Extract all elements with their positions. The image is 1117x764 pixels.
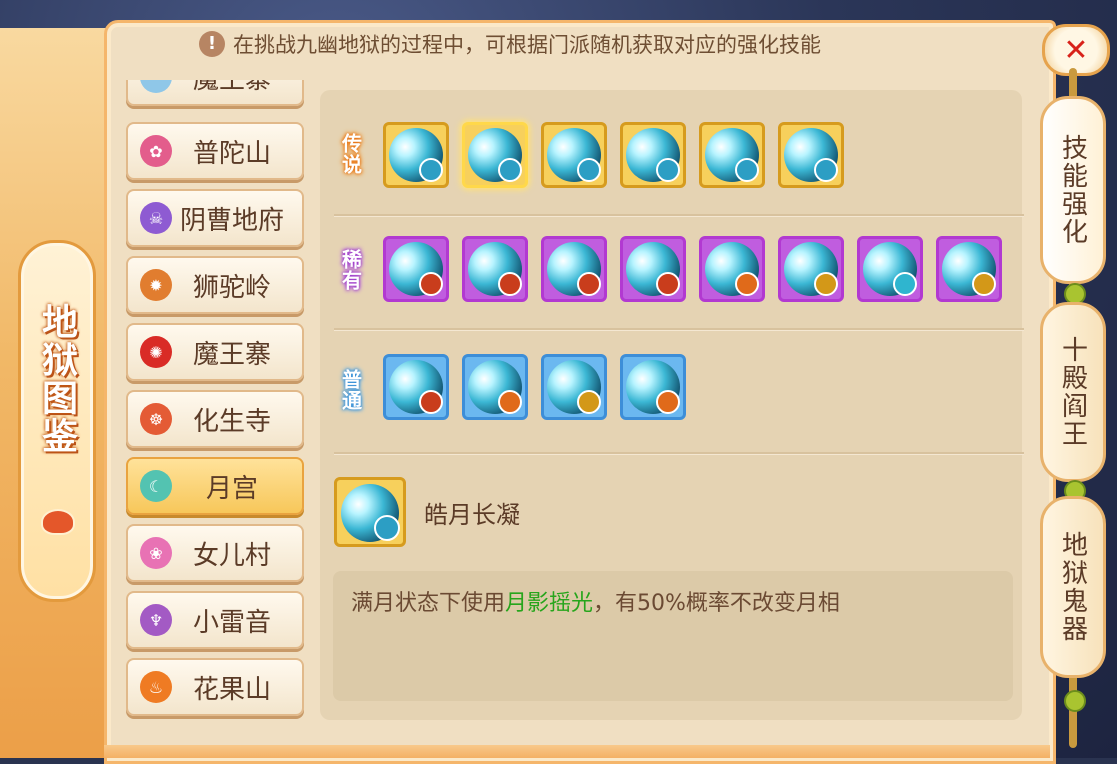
sect-item[interactable]: ✹ 狮驼岭 <box>126 256 304 314</box>
sect-item[interactable]: ♆ 小雷音 <box>126 591 304 649</box>
sect-item[interactable]: ✿ 普陀山 <box>126 122 304 180</box>
skill-badge-icon <box>374 515 400 541</box>
title-scroll: 地狱图鉴 <box>18 240 96 602</box>
tab-hell-artifacts[interactable]: 地狱鬼器 <box>1040 496 1106 678</box>
sect-label: 女儿村 <box>192 540 271 571</box>
divider <box>334 214 1024 217</box>
desc-text-before: 满月状态下使用 <box>351 591 506 616</box>
skill-badge-icon <box>498 272 522 296</box>
skill-badge-icon <box>498 158 522 182</box>
sect-item[interactable]: ♨ 花果山 <box>126 658 304 716</box>
desc-highlight: 月影摇光 <box>505 591 594 616</box>
moon-icon: ☾ <box>140 470 172 502</box>
sect-label: 狮驼岭 <box>192 272 271 303</box>
skill-icon-legend[interactable] <box>383 122 449 188</box>
selected-skill-icon <box>334 477 406 547</box>
skill-description: 满月状态下使用月影摇光，有50%概率不改变月相 <box>351 585 840 617</box>
sect-item[interactable]: ☸ 化生寺 <box>126 390 304 448</box>
tab-label: 地狱鬼器 <box>1057 531 1088 643</box>
skill-icon-rare[interactable] <box>936 236 1002 302</box>
skill-badge-icon <box>419 390 443 414</box>
skill-badge-icon <box>656 158 680 182</box>
sect-label: 魔王寨 <box>192 339 271 370</box>
sect-icon <box>140 80 172 93</box>
tab-skill-enhance[interactable]: 技能强化 <box>1040 96 1106 284</box>
skill-icon-legend[interactable] <box>699 122 765 188</box>
page-title: 地狱图鉴 <box>36 303 78 455</box>
lotus-icon: ✿ <box>140 135 172 167</box>
skill-badge-icon <box>893 272 917 296</box>
selected-skill-name: 皓月长凝 <box>424 501 520 529</box>
skill-icon-common[interactable] <box>462 354 528 420</box>
sect-list[interactable]: 魔王寨 ✿ 普陀山 ☠ 阴曹地府 ✹ 狮驼岭 ✺ 魔王寨 ☸ 化生寺 ☾ 月宫 … <box>124 80 304 720</box>
flower-icon: ❀ <box>140 537 172 569</box>
skill-description-box: 满月状态下使用月影摇光，有50%概率不改变月相 <box>333 571 1013 701</box>
tier-label-legend: 传说 <box>338 133 363 175</box>
sect-item[interactable]: ❀ 女儿村 <box>126 524 304 582</box>
skill-badge-icon <box>577 158 601 182</box>
divider <box>334 452 1024 455</box>
left-banner: 地狱图鉴 <box>0 28 110 758</box>
tab-label: 技能强化 <box>1057 134 1088 246</box>
tab-ten-kings[interactable]: 十殿阎王 <box>1040 302 1106 482</box>
emblem-icon <box>41 509 75 535</box>
skill-badge-icon <box>577 272 601 296</box>
sect-item[interactable]: ✺ 魔王寨 <box>126 323 304 381</box>
sect-label: 魔王寨 <box>172 80 302 96</box>
demon-icon: ✺ <box>140 336 172 368</box>
temple-icon: ☸ <box>140 403 172 435</box>
lion-icon: ✹ <box>140 269 172 301</box>
skill-badge-icon <box>814 158 838 182</box>
pagoda-icon: ♆ <box>140 604 172 636</box>
skill-icon-rare[interactable] <box>383 236 449 302</box>
skill-icon-legend[interactable] <box>620 122 686 188</box>
hint-text: 在挑战九幽地狱的过程中，可根据门派随机获取对应的强化技能 <box>233 33 821 57</box>
skull-icon: ☠ <box>140 202 172 234</box>
skill-badge-icon <box>498 390 522 414</box>
skill-badge-icon <box>814 272 838 296</box>
skill-icon-legend[interactable] <box>541 122 607 188</box>
close-icon: ✕ <box>1063 32 1089 68</box>
sect-item-active[interactable]: ☾ 月宫 <box>126 457 304 515</box>
skill-badge-icon <box>577 390 601 414</box>
sect-item[interactable]: ☠ 阴曹地府 <box>126 189 304 247</box>
sect-label: 阴曹地府 <box>179 205 284 236</box>
sect-item[interactable]: 魔王寨 <box>126 80 304 106</box>
sect-label: 小雷音 <box>192 607 271 638</box>
skill-badge-icon <box>656 390 680 414</box>
hint-bar: ! 在挑战九幽地狱的过程中，可根据门派随机获取对应的强化技能 <box>100 30 920 58</box>
skill-badge-icon <box>735 158 759 182</box>
skill-icon-rare[interactable] <box>462 236 528 302</box>
skill-badge-icon <box>972 272 996 296</box>
skill-icon-rare[interactable] <box>857 236 923 302</box>
skill-icon-rare[interactable] <box>620 236 686 302</box>
sect-label: 普陀山 <box>192 138 271 169</box>
skill-icon-common[interactable] <box>620 354 686 420</box>
skill-icon-legend[interactable] <box>778 122 844 188</box>
tier-label-rare: 稀有 <box>338 249 363 291</box>
tab-label: 十殿阎王 <box>1057 336 1088 448</box>
monkey-icon: ♨ <box>140 671 172 703</box>
tier-label-common: 普通 <box>338 369 363 411</box>
warning-icon: ! <box>199 31 225 57</box>
skill-icon-rare[interactable] <box>541 236 607 302</box>
skill-icon-rare[interactable] <box>699 236 765 302</box>
bottom-strip <box>104 745 1050 758</box>
sect-label: 花果山 <box>192 674 271 705</box>
skill-icon-legend[interactable] <box>462 122 528 188</box>
skill-icon-rare[interactable] <box>778 236 844 302</box>
divider <box>334 328 1024 331</box>
desc-text-after: ，有50%概率不改变月相 <box>593 591 840 616</box>
skill-badge-icon <box>419 272 443 296</box>
skill-badge-icon <box>656 272 680 296</box>
skill-badge-icon <box>419 158 443 182</box>
skill-icon-common[interactable] <box>541 354 607 420</box>
skill-icon-common[interactable] <box>383 354 449 420</box>
close-button[interactable]: ✕ <box>1042 24 1110 76</box>
knot-icon <box>1064 690 1086 712</box>
sect-label: 月宫 <box>205 473 258 504</box>
skill-badge-icon <box>735 272 759 296</box>
sect-label: 化生寺 <box>192 406 271 437</box>
